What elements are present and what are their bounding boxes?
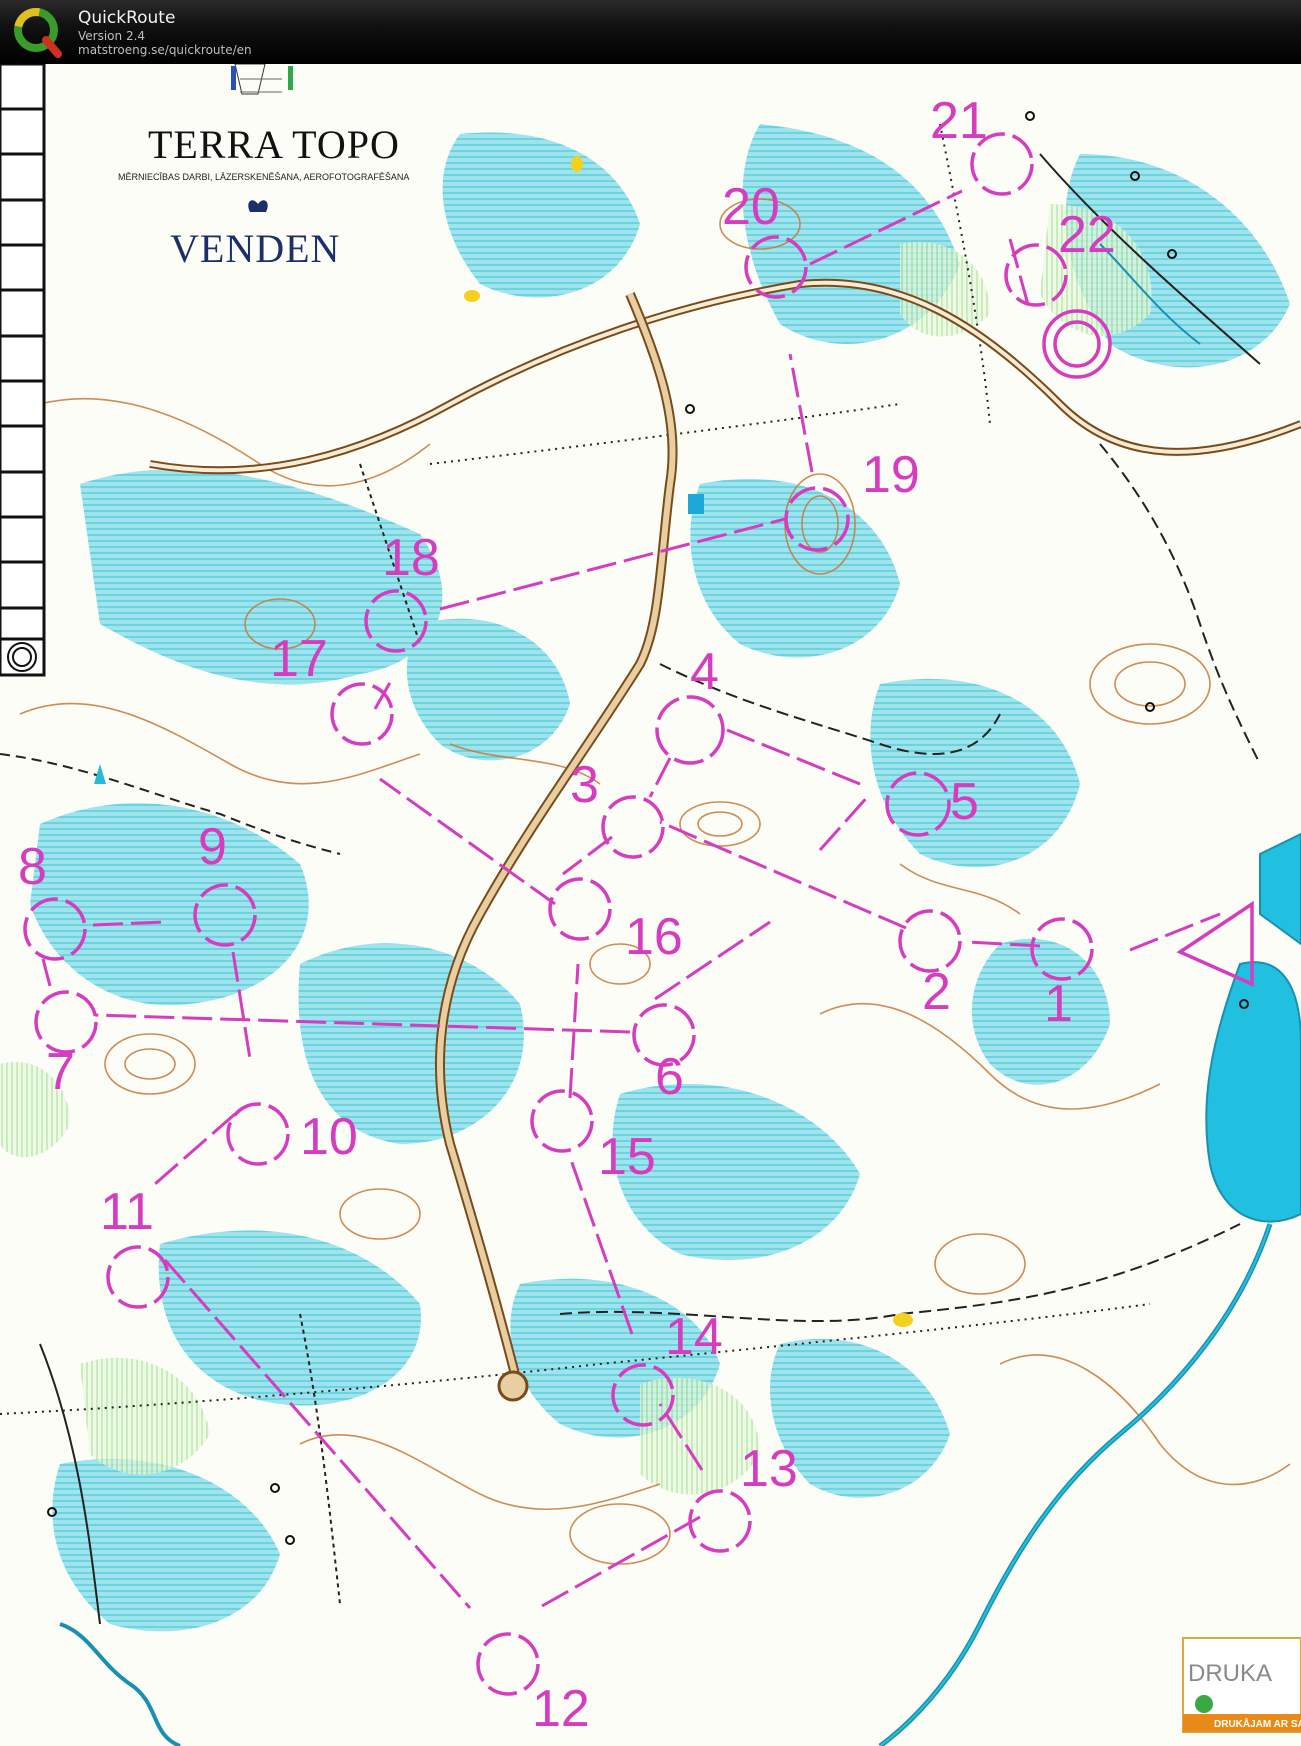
app-version: Version 2.4 [78, 29, 146, 43]
title-bar: QuickRoute Version 2.4 matstroeng.se/qui… [0, 0, 1301, 64]
control-number-17: 17 [270, 630, 328, 688]
control-number-20: 20 [722, 178, 780, 236]
control-number-10: 10 [300, 1108, 358, 1166]
control-number-21: 21 [930, 92, 988, 150]
control-number-8: 8 [18, 838, 47, 896]
control-number-18: 18 [382, 529, 440, 587]
venden-name: VENDEN [170, 226, 340, 271]
control-number-2: 2 [922, 963, 951, 1021]
control-number-19: 19 [862, 446, 920, 504]
control-number-6: 6 [655, 1048, 684, 1106]
druka-subtitle: DRUKĀJAM AR SAULI [1214, 1718, 1301, 1730]
quickroute-logo-icon [14, 8, 62, 58]
control-number-13: 13 [740, 1440, 798, 1498]
control-number-14: 14 [665, 1308, 723, 1366]
quickroute-window: QuickRoute Version 2.4 matstroeng.se/qui… [0, 0, 1301, 1746]
druka-flower-icon [1195, 1695, 1213, 1713]
druka-name: DRUKA [1188, 1660, 1272, 1687]
control-number-3: 3 [570, 756, 599, 814]
orienteering-map[interactable]: 1 2 3 4 5 6 7 8 9 10 11 12 13 14 15 16 1… [0, 64, 1301, 1746]
control-number-15: 15 [598, 1128, 656, 1186]
control-number-12: 12 [532, 1680, 590, 1738]
control-number-11: 11 [100, 1183, 154, 1241]
control-number-16: 16 [625, 908, 683, 966]
terra-topo-subtitle: MĒRNIECĪBAS DARBI, LĀZERSKENĒŠANA, AEROF… [118, 172, 409, 182]
control-number-9: 9 [198, 818, 227, 876]
sponsor-druka: DRUKA DRUKĀJAM AR SAULI [1182, 1637, 1301, 1733]
control-number-22: 22 [1058, 206, 1116, 264]
app-url: matstroeng.se/quickroute/en [78, 43, 252, 57]
terra-topo-name: TERRA TOPO [148, 122, 400, 167]
control-number-4: 4 [690, 643, 719, 701]
control-number-5: 5 [950, 773, 979, 831]
app-title: QuickRoute [78, 8, 176, 28]
control-number-7: 7 [46, 1043, 75, 1101]
control-number-1: 1 [1044, 975, 1073, 1033]
map-margin-ruler [0, 64, 46, 677]
